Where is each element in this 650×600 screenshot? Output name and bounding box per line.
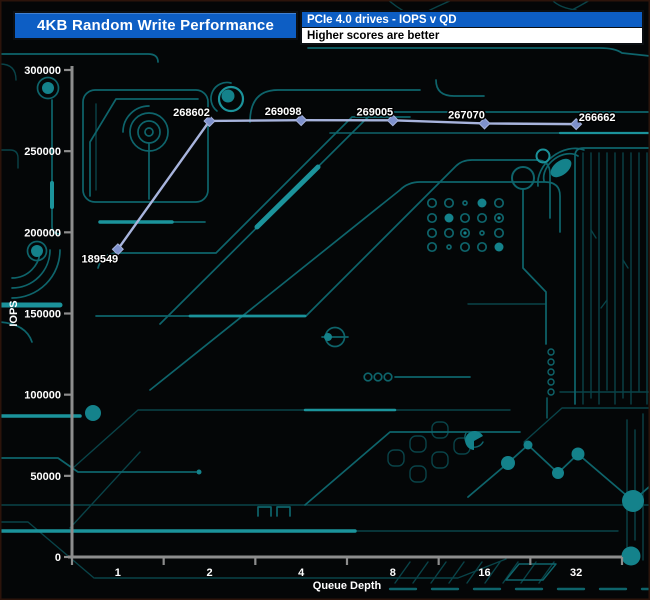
data-point-label: 269098 [265, 106, 302, 118]
x-axis-tick-label: 1 [115, 567, 121, 579]
data-point-label: 268602 [173, 107, 210, 119]
y-axis-tick-label: 300000 [24, 65, 61, 77]
y-axis-tick-label: 250000 [24, 146, 61, 158]
y-axis-tick-label: 50000 [30, 471, 61, 483]
y-axis-tick-label: 0 [55, 552, 61, 564]
chart-note: Higher scores are better [302, 28, 642, 43]
x-axis-tick-label: 32 [570, 567, 582, 579]
x-axis-title: Queue Depth [313, 580, 382, 592]
data-point-label: 189549 [81, 253, 118, 265]
series-line [116, 118, 577, 250]
data-point-label: 267070 [448, 109, 485, 121]
y-axis-title: IOPS [8, 300, 20, 326]
x-axis-tick-label: 2 [206, 567, 212, 579]
y-axis-tick-label: 200000 [24, 227, 61, 239]
x-axis-tick-label: 16 [478, 567, 490, 579]
data-point-label: 269005 [356, 106, 393, 118]
page-title: 4KB Random Write Performance [36, 17, 275, 34]
data-point-label: 266662 [579, 112, 616, 124]
chart-title-bar: 4KB Random Write Performance [13, 11, 298, 40]
y-axis-tick-label: 100000 [24, 390, 61, 402]
x-axis-tick-label: 8 [390, 567, 396, 579]
chart-subtitle: PCIe 4.0 drives - IOPS v QD [302, 12, 642, 28]
y-axis-tick-label: 150000 [24, 309, 61, 321]
benchmark-chart-page: 0 50000 100000 150000 200000 250000 300000 1 2 4 8… [0, 0, 650, 600]
chart-subtitle-block: PCIe 4.0 drives - IOPS v QD Higher score… [300, 10, 644, 45]
iops-line-chart: 0 50000 100000 150000 200000 250000 300000 1 2 4 8… [8, 65, 624, 592]
x-axis-tick-label: 4 [298, 567, 305, 579]
